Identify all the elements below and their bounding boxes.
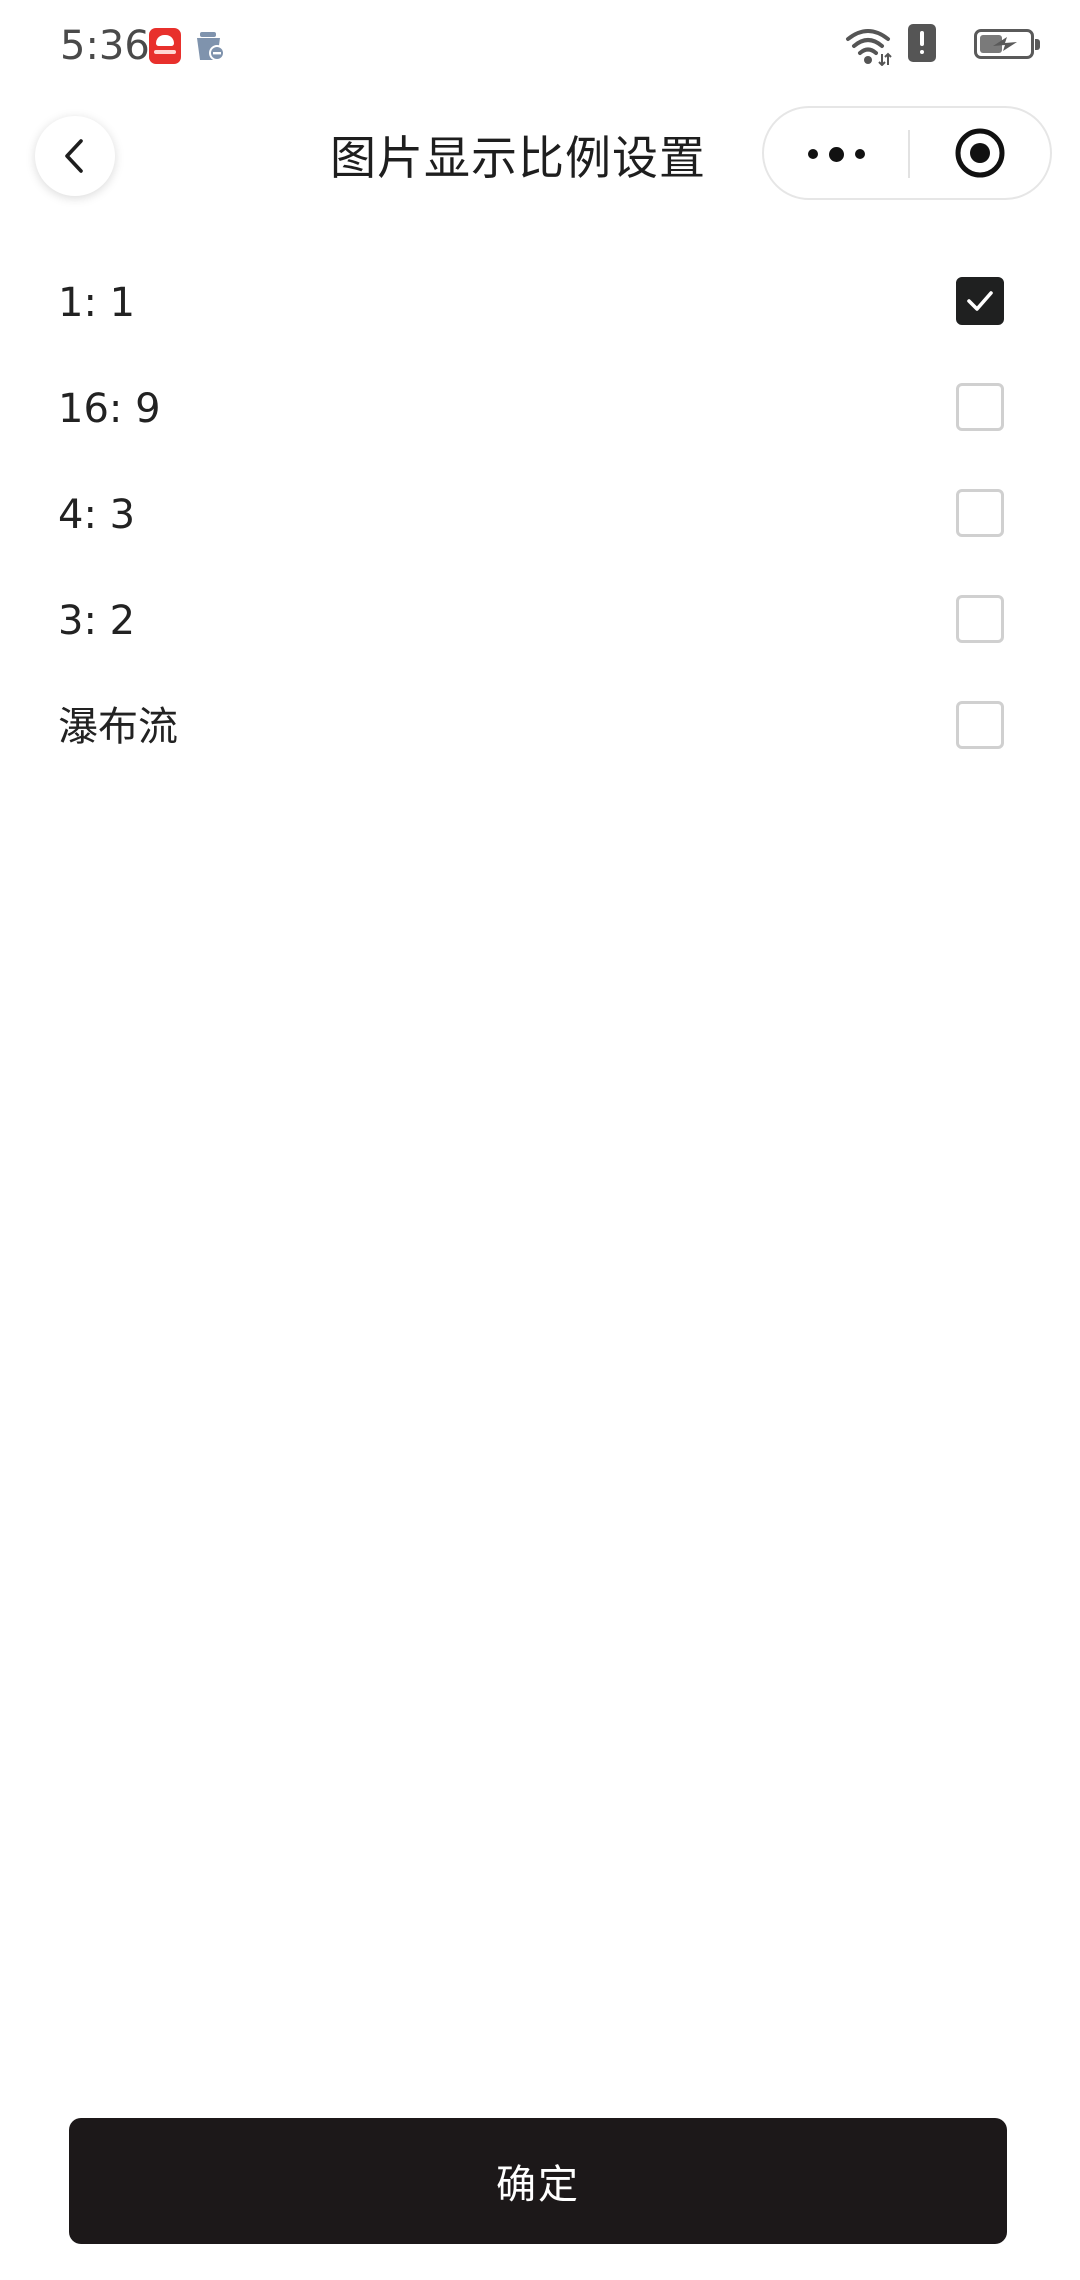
- option-row-waterfall[interactable]: 瀑布流: [0, 674, 1080, 780]
- checkbox[interactable]: [956, 595, 1004, 643]
- ratio-option-list: 1: 1 16: 9 4: 3 3: 2 瀑布流: [0, 250, 1080, 780]
- alert-icon: [908, 24, 936, 62]
- back-button[interactable]: [35, 116, 115, 196]
- status-bar: 5:36: [0, 0, 1080, 92]
- option-row-4-3[interactable]: 4: 3: [0, 462, 1080, 568]
- nav-bar: 图片显示比例设置: [0, 100, 1080, 218]
- option-row-16-9[interactable]: 16: 9: [0, 356, 1080, 462]
- target-circle-icon: [955, 128, 1005, 178]
- close-miniprogram-button[interactable]: [910, 108, 1050, 198]
- option-row-1-1[interactable]: 1: 1: [0, 250, 1080, 356]
- status-time: 5:36: [60, 23, 150, 69]
- checkbox-checked[interactable]: [956, 277, 1004, 325]
- page-title: 图片显示比例设置: [330, 131, 706, 185]
- checkbox[interactable]: [956, 701, 1004, 749]
- option-label: 瀑布流: [58, 704, 178, 750]
- option-label: 16: 9: [58, 386, 161, 432]
- battery-charging-icon: [974, 29, 1040, 59]
- screen: 5:36 图片显示比例设置 1: 1 16: 9 4: 3 3: 2 瀑布流 确…: [0, 0, 1080, 2280]
- mini-program-capsule: [762, 106, 1052, 200]
- wifi-icon: [846, 29, 892, 66]
- option-row-3-2[interactable]: 3: 2: [0, 568, 1080, 674]
- chevron-left-icon: [65, 139, 83, 173]
- option-label: 1: 1: [58, 280, 136, 326]
- more-dots-icon: [808, 149, 818, 159]
- cleaner-icon: [197, 32, 225, 61]
- status-icons: [820, 24, 1040, 70]
- checkbox[interactable]: [956, 489, 1004, 537]
- checkmark-icon: [967, 291, 993, 311]
- option-label: 3: 2: [58, 598, 136, 644]
- confirm-label: 确定: [496, 2162, 580, 2208]
- app-notification-icon: [149, 28, 181, 64]
- option-label: 4: 3: [58, 492, 136, 538]
- more-button[interactable]: [764, 108, 908, 198]
- confirm-button[interactable]: 确定: [69, 2118, 1007, 2244]
- checkbox[interactable]: [956, 383, 1004, 431]
